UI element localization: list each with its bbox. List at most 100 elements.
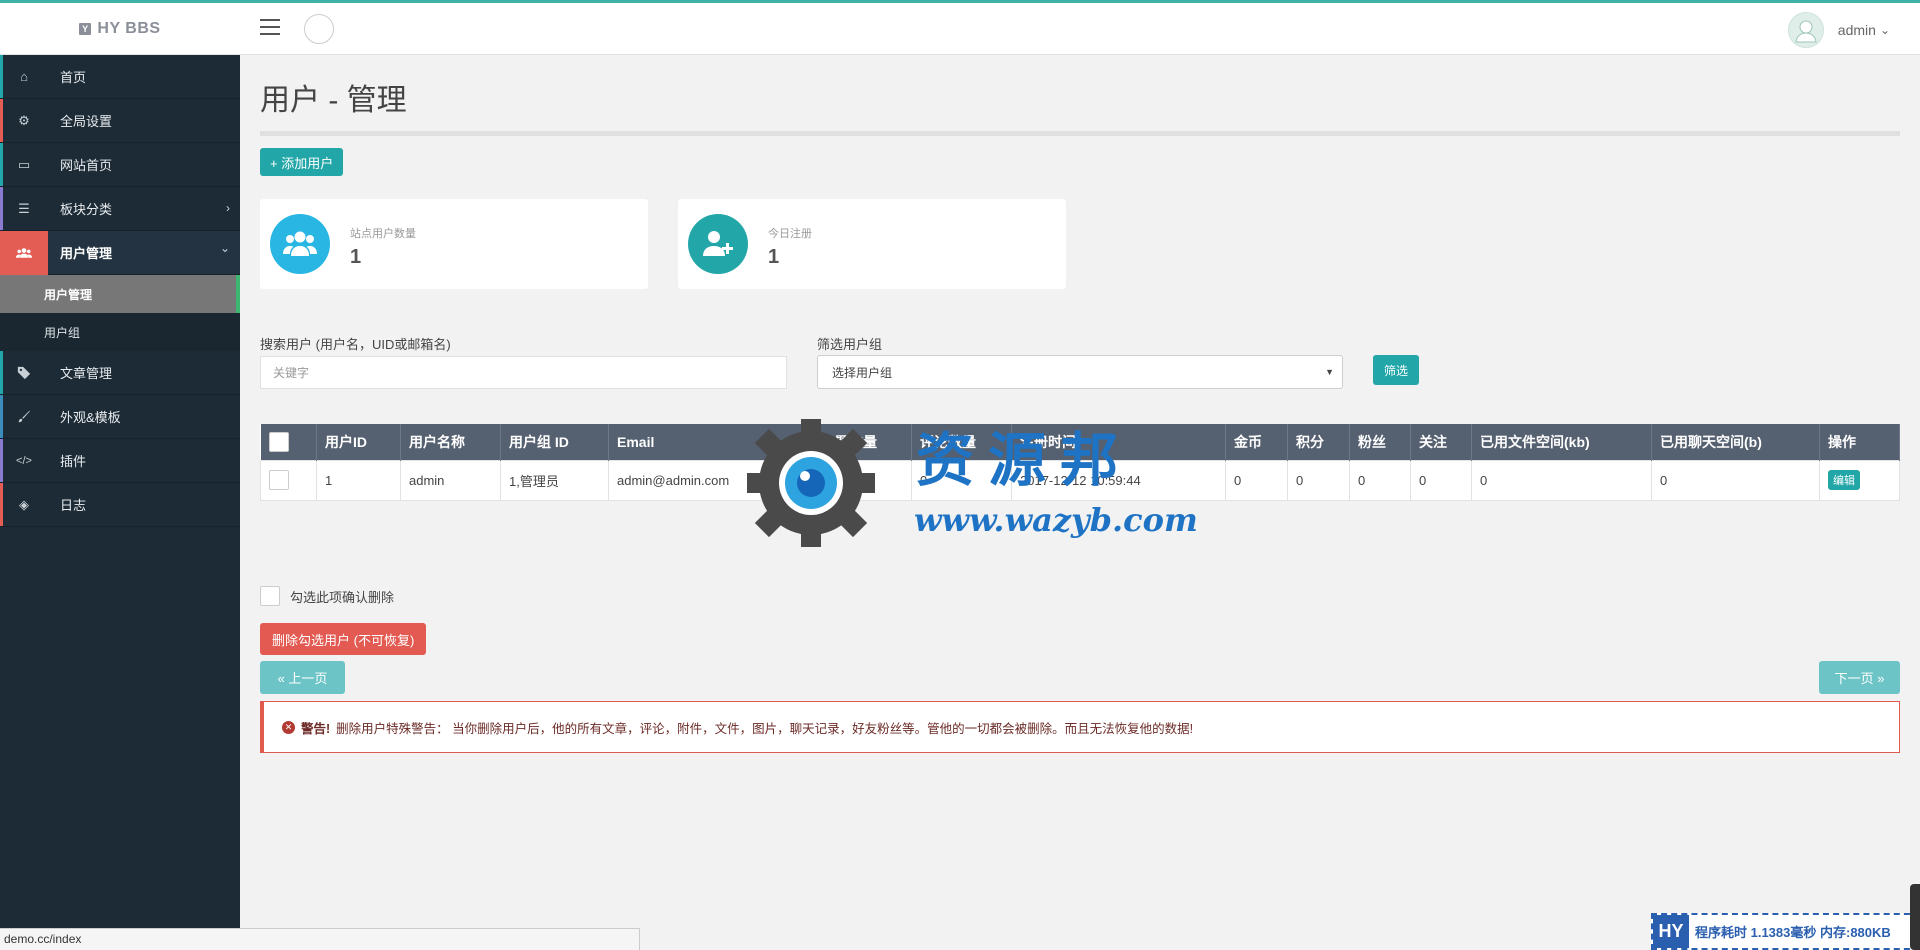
col-header[interactable]: 已用聊天空间(b) <box>1651 424 1820 460</box>
menu-toggle-icon[interactable] <box>260 19 280 37</box>
sidebar-stripe <box>0 351 3 394</box>
code-icon: </> <box>16 454 32 467</box>
group-filter-label: 筛选用户组 <box>817 337 883 352</box>
cell-user-name: admin <box>400 459 501 501</box>
delete-users-button[interactable]: 删除勾选用户 (不可恢复) <box>260 623 427 655</box>
stat-card-total-users: 站点用户数量 1 <box>260 199 648 289</box>
stat-label: 今日注册 <box>768 228 812 240</box>
group-select-value: 选择用户组 <box>832 365 893 380</box>
add-user-button[interactable]: + 添加用户 <box>260 148 344 176</box>
table-row: 1 admin 1,管理员 admin@admin.com 0 0 2017-1… <box>260 459 1900 501</box>
cell-fans: 0 <box>1349 459 1411 501</box>
group-select[interactable]: 选择用户组 ▼ <box>817 355 1343 389</box>
edit-button[interactable]: 编辑 <box>1828 470 1860 490</box>
col-header[interactable]: 评论数量 <box>911 424 1012 460</box>
home-icon: ⌂ <box>20 69 28 84</box>
user-name[interactable]: admin <box>1838 22 1876 38</box>
sidebar-item-home[interactable]: ⌂ 首页 <box>0 55 240 99</box>
chevron-down-icon[interactable]: ⌄ <box>1880 23 1890 37</box>
col-header[interactable]: 粉丝 <box>1349 424 1411 460</box>
list-icon: ☰ <box>18 200 30 216</box>
sidebar-item-users[interactable]: 用户管理 ⌄ <box>0 230 240 275</box>
sidebar-item-forums[interactable]: ☰ 板块分类 › <box>0 187 240 231</box>
sidebar-item-label: 文章管理 <box>60 366 113 381</box>
cell-actions: 编辑 <box>1819 459 1900 501</box>
gear-icon: ⚙ <box>18 112 30 128</box>
search-input[interactable] <box>260 356 787 389</box>
col-header[interactable]: 已用文件空间(kb) <box>1471 424 1652 460</box>
table-header-row: 用户ID 用户名称 用户组 ID Email 主题数量 评论数量 注册时间 金币… <box>260 424 1900 460</box>
filter-button[interactable]: 筛选 <box>1373 355 1419 385</box>
sidebar-item-appearance[interactable]: 外观&模板 <box>0 395 240 439</box>
col-header[interactable]: 用户名称 <box>400 424 501 460</box>
sidebar-subitem-user-manage[interactable]: 用户管理 <box>0 275 240 313</box>
col-header[interactable]: 主题数量 <box>812 424 912 460</box>
cell-user-id: 1 <box>316 459 401 501</box>
sidebar-stripe <box>0 55 3 98</box>
monitor-icon: ▭ <box>17 156 31 172</box>
sidebar-stripe <box>0 143 3 186</box>
caret-down-icon: ▼ <box>1325 367 1334 377</box>
performance-widget: HY 程序耗时 1.1383毫秒 内存:880KB <box>1651 913 1920 950</box>
user-menu[interactable]: admin ⌄ <box>1787 11 1890 49</box>
cell-file-space: 0 <box>1471 459 1652 501</box>
title-divider <box>260 131 1900 136</box>
brush-icon <box>0 395 48 439</box>
cell-threads: 0 <box>812 459 912 501</box>
col-header[interactable]: Email <box>608 424 813 460</box>
browser-status-bar: demo.cc/index <box>0 928 640 950</box>
sidebar-item-label: 全局设置 <box>60 114 113 129</box>
cell-comments: 0 <box>911 459 1012 501</box>
col-header[interactable]: 金币 <box>1225 424 1288 460</box>
search-label: 搜索用户 (用户名，UID或邮箱名) <box>260 337 451 352</box>
col-header[interactable]: 用户ID <box>316 424 401 460</box>
sidebar-item-label: 用户管理 <box>60 246 113 261</box>
sidebar-item-label: 网站首页 <box>60 158 113 173</box>
confirm-delete-checkbox[interactable] <box>260 586 280 606</box>
chevron-down-icon: ⌄ <box>219 241 230 255</box>
row-checkbox[interactable] <box>269 470 289 490</box>
stat-card-today-registered: 今日注册 1 <box>678 199 1066 289</box>
sidebar-item-label: 外观&模板 <box>60 410 121 425</box>
row-select-cell <box>260 459 317 501</box>
next-page-button[interactable]: 下一页 » <box>1819 661 1900 694</box>
stat-value: 1 <box>768 246 780 268</box>
top-navbar: Y HY BBS admin ⌄ <box>0 0 1920 55</box>
select-all-checkbox[interactable] <box>268 431 289 452</box>
sidebar-stripe <box>0 395 3 438</box>
brand-icon: Y <box>79 23 92 35</box>
sidebar-item-articles[interactable]: 文章管理 <box>0 351 240 395</box>
sidebar-item-logs[interactable]: ◈ 日志 <box>0 483 240 527</box>
stat-value: 1 <box>350 246 362 268</box>
sidebar-subitem-user-group[interactable]: 用户组 <box>0 313 240 351</box>
prev-page-button[interactable]: « 上一页 <box>260 661 345 694</box>
avatar[interactable] <box>1787 12 1824 48</box>
sidebar-item-plugins[interactable]: </> 插件 <box>0 439 240 483</box>
select-all-cell <box>260 424 317 460</box>
hy-logo: HY <box>1653 915 1689 948</box>
col-header[interactable]: 注册时间 <box>1011 424 1226 460</box>
user-add-icon <box>688 214 748 274</box>
sidebar-item-label: 日志 <box>60 498 87 513</box>
brand-logo[interactable]: Y HY BBS <box>0 3 240 55</box>
main-content: 用户 - 管理 + 添加用户 站点用户数量 1 今日注册 1 搜索用户 (用户名… <box>260 55 1900 753</box>
col-header[interactable]: 用户组 ID <box>500 424 609 460</box>
confirm-delete-row: 勾选此项确认删除 <box>260 586 394 606</box>
sidebar-item-label: 首页 <box>60 70 87 85</box>
sidebar: ⌂ 首页 ⚙ 全局设置 ▭ 网站首页 ☰ 板块分类 › 用户管理 ⌄ 用户管理 … <box>0 55 240 950</box>
performance-text: 程序耗时 1.1383毫秒 内存:880KB <box>1695 925 1891 940</box>
tags-icon <box>0 351 48 395</box>
cell-points: 0 <box>1287 459 1350 501</box>
sidebar-stripe <box>0 483 3 526</box>
users-icon <box>270 214 330 274</box>
col-header[interactable]: 关注 <box>1410 424 1472 460</box>
cell-follow: 0 <box>1410 459 1472 501</box>
side-handle[interactable] <box>1910 884 1920 950</box>
cell-chat-space: 0 <box>1651 459 1820 501</box>
sidebar-item-site-home[interactable]: ▭ 网站首页 <box>0 143 240 187</box>
sidebar-item-label: 插件 <box>60 454 87 469</box>
sidebar-item-settings[interactable]: ⚙ 全局设置 <box>0 99 240 143</box>
col-header[interactable]: 积分 <box>1287 424 1350 460</box>
users-icon <box>0 230 48 275</box>
sidebar-stripe <box>0 439 3 482</box>
